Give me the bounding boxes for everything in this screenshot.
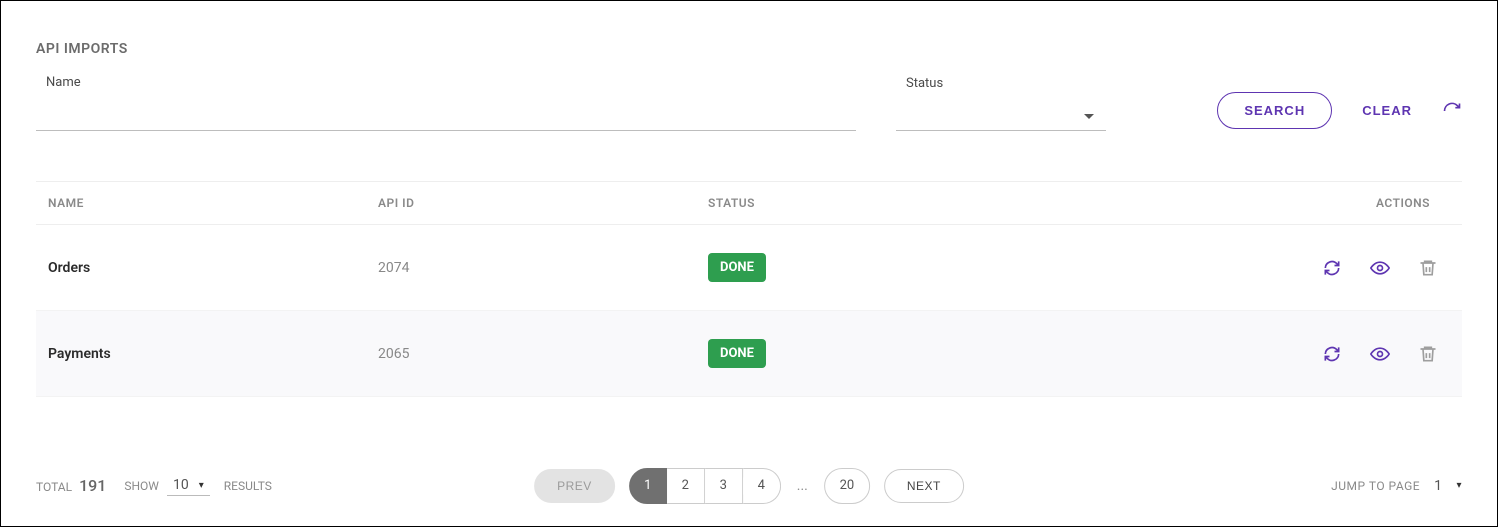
jump-select[interactable]: 1 ▾: [1434, 478, 1462, 494]
row-status: DONE: [708, 339, 1250, 368]
row-view-button[interactable]: [1370, 258, 1390, 278]
status-label: Status: [896, 76, 1106, 91]
row-name: Payments: [48, 346, 378, 362]
name-input[interactable]: [36, 102, 856, 131]
status-field: Status: [896, 76, 1106, 131]
refresh-icon: [1322, 258, 1342, 278]
total-value: 191: [79, 476, 106, 495]
caret-down-icon: [1084, 114, 1094, 119]
search-button[interactable]: SEARCH: [1217, 92, 1332, 129]
prev-button[interactable]: PREV: [534, 469, 615, 503]
row-status: DONE: [708, 253, 1250, 282]
page-size: SHOW 10 ▾: [124, 475, 209, 496]
row-actions: [1250, 258, 1450, 278]
refresh-button[interactable]: [1442, 101, 1462, 121]
name-field: Name: [36, 75, 856, 131]
total-count: TOTAL 191: [36, 476, 106, 495]
page-2[interactable]: 2: [667, 468, 705, 504]
trash-icon: [1418, 258, 1438, 278]
col-api-id: API ID: [378, 196, 708, 210]
table-row: Payments 2065 DONE: [36, 311, 1462, 397]
pagination-ellipsis: ...: [795, 478, 810, 494]
table-body: Orders 2074 DONE Payments 2065 DONE: [36, 225, 1462, 397]
row-delete-button[interactable]: [1418, 258, 1438, 278]
filter-actions: SEARCH CLEAR: [1217, 92, 1462, 131]
clear-button[interactable]: CLEAR: [1362, 103, 1412, 118]
row-view-button[interactable]: [1370, 344, 1390, 364]
show-label: SHOW: [124, 479, 159, 493]
jump-value: 1: [1434, 478, 1442, 494]
page-strip: 1 2 3 4: [629, 468, 781, 504]
page-1[interactable]: 1: [629, 468, 667, 504]
page-size-value: 10: [173, 477, 189, 493]
row-refresh-button[interactable]: [1322, 258, 1342, 278]
trash-icon: [1418, 344, 1438, 364]
chevron-down-icon: ▾: [1456, 480, 1462, 491]
table-header: NAME API ID STATUS ACTIONS: [36, 181, 1462, 225]
row-api-id: 2065: [378, 346, 708, 362]
row-name: Orders: [48, 260, 378, 276]
jump-to-page: JUMP TO PAGE 1 ▾: [1331, 478, 1462, 494]
row-refresh-button[interactable]: [1322, 344, 1342, 364]
imports-table: NAME API ID STATUS ACTIONS Orders 2074 D…: [36, 181, 1462, 397]
table-footer: TOTAL 191 SHOW 10 ▾ RESULTS PREV 1 2 3 4…: [36, 455, 1462, 496]
row-api-id: 2074: [378, 260, 708, 276]
total-label: TOTAL: [36, 480, 72, 494]
filter-bar: Name Status SEARCH CLEAR: [36, 75, 1462, 131]
page-4[interactable]: 4: [743, 468, 781, 504]
row-actions: [1250, 344, 1450, 364]
chevron-down-icon: ▾: [199, 480, 204, 491]
page-3[interactable]: 3: [705, 468, 743, 504]
refresh-icon: [1322, 344, 1342, 364]
next-button[interactable]: NEXT: [884, 469, 964, 503]
refresh-icon: [1442, 101, 1462, 121]
status-badge: DONE: [708, 253, 766, 282]
jump-label: JUMP TO PAGE: [1331, 479, 1420, 493]
eye-icon: [1370, 344, 1390, 364]
col-actions: ACTIONS: [1250, 196, 1450, 210]
table-row: Orders 2074 DONE: [36, 225, 1462, 311]
col-name: NAME: [48, 196, 378, 210]
page-size-select[interactable]: 10 ▾: [167, 475, 210, 496]
status-select[interactable]: [896, 103, 1106, 131]
pagination: PREV 1 2 3 4 ... 20 NEXT: [534, 468, 964, 504]
eye-icon: [1370, 258, 1390, 278]
results-label: RESULTS: [224, 479, 272, 493]
status-badge: DONE: [708, 339, 766, 368]
page-title: API IMPORTS: [36, 41, 1462, 57]
name-label: Name: [36, 75, 856, 90]
page-last[interactable]: 20: [824, 468, 870, 504]
row-delete-button[interactable]: [1418, 344, 1438, 364]
col-status: STATUS: [708, 196, 1250, 210]
